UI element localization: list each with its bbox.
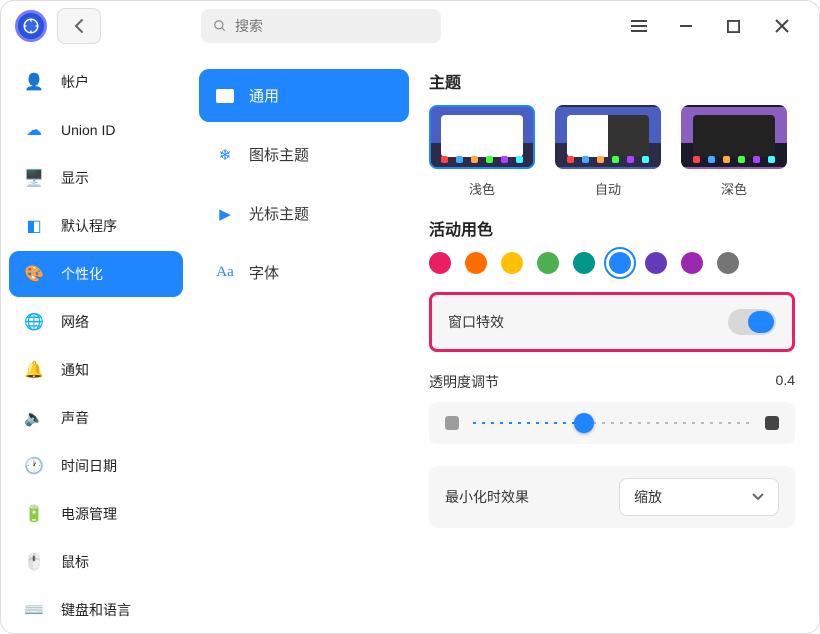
- theme-option-dark[interactable]: 深色: [681, 105, 787, 198]
- menu-button[interactable]: [631, 19, 651, 33]
- app-logo: [15, 10, 47, 42]
- globe-icon: 🌐: [21, 309, 47, 335]
- sidebar-item-network[interactable]: 🌐 网络: [9, 299, 183, 345]
- accent-section-title: 活动用色: [429, 216, 795, 240]
- sidebar-item-label: 通知: [61, 360, 89, 380]
- accent-color-swatch[interactable]: [717, 252, 739, 274]
- accent-color-swatch[interactable]: [573, 252, 595, 274]
- font-icon: Aa: [215, 263, 235, 283]
- minimize-window-button[interactable]: [679, 19, 699, 33]
- apps-icon: ◧: [21, 213, 47, 239]
- battery-icon: 🔋: [21, 501, 47, 527]
- accent-color-row: [429, 252, 795, 274]
- sidebar-item-display[interactable]: 🖥️ 显示: [9, 155, 183, 201]
- window-icon: [215, 86, 235, 106]
- chevron-down-icon: [752, 493, 764, 501]
- clock-icon: 🕐: [21, 453, 47, 479]
- sidebar-item-label: 鼠标: [61, 552, 89, 572]
- sidebar-item-sound[interactable]: 🔈 声音: [9, 395, 183, 441]
- speaker-icon: 🔈: [21, 405, 47, 431]
- sidebar-item-label: 声音: [61, 408, 89, 428]
- tab-cursor-theme[interactable]: ▶ 光标主题: [199, 187, 409, 240]
- opacity-value: 0.4: [776, 372, 795, 392]
- sidebar-item-label: Union ID: [61, 122, 115, 138]
- tab-font[interactable]: Aa 字体: [199, 246, 409, 299]
- sidebar-item-label: 网络: [61, 312, 89, 332]
- accent-color-swatch[interactable]: [645, 252, 667, 274]
- sidebar-item-datetime[interactable]: 🕐 时间日期: [9, 443, 183, 489]
- content-pane: 主题 浅色 自动 深色 活动用色 窗口特效 透明度调节 0.4: [417, 51, 819, 633]
- sidebar-item-union-id[interactable]: ☁ Union ID: [9, 107, 183, 153]
- sidebar-item-mouse[interactable]: 🖱️ 鼠标: [9, 539, 183, 585]
- bell-icon: 🔔: [21, 357, 47, 383]
- select-value: 缩放: [634, 487, 662, 507]
- sidebar-item-account[interactable]: 👤 帐户: [9, 59, 183, 105]
- opacity-slider[interactable]: [473, 420, 751, 426]
- window-effect-label: 窗口特效: [448, 312, 504, 332]
- tab-general[interactable]: 通用: [199, 69, 409, 122]
- snowflake-icon: ❄: [215, 145, 235, 165]
- accent-color-swatch[interactable]: [609, 252, 631, 274]
- accent-color-swatch[interactable]: [681, 252, 703, 274]
- theme-option-light[interactable]: 浅色: [429, 105, 535, 198]
- theme-label: 深色: [681, 179, 787, 198]
- sidebar-item-notification[interactable]: 🔔 通知: [9, 347, 183, 393]
- search-box[interactable]: [201, 9, 441, 43]
- sidebar-item-label: 时间日期: [61, 456, 117, 476]
- theme-label: 浅色: [429, 179, 535, 198]
- search-input[interactable]: [235, 18, 429, 34]
- sidebar-item-label: 键盘和语言: [61, 600, 131, 620]
- theme-section-title: 主题: [429, 69, 795, 93]
- sidebar: 👤 帐户 ☁ Union ID 🖥️ 显示 ◧ 默认程序 🎨 个性化 🌐 网络 🔔 通知 🔈 声…: [1, 51, 191, 633]
- back-button[interactable]: [57, 8, 101, 44]
- sidebar-item-label: 默认程序: [61, 216, 117, 236]
- theme-option-auto[interactable]: 自动: [555, 105, 661, 198]
- monitor-icon: 🖥️: [21, 165, 47, 191]
- tab-label: 字体: [249, 262, 279, 283]
- accent-color-swatch[interactable]: [501, 252, 523, 274]
- mouse-icon: 🖱️: [21, 549, 47, 575]
- cursor-icon: ▶: [215, 204, 235, 224]
- maximize-window-button[interactable]: [727, 20, 747, 33]
- sidebar-item-label: 帐户: [61, 72, 89, 92]
- accent-color-swatch[interactable]: [429, 252, 451, 274]
- accent-color-swatch[interactable]: [465, 252, 487, 274]
- accent-color-swatch[interactable]: [537, 252, 559, 274]
- sub-nav: 通用 ❄ 图标主题 ▶ 光标主题 Aa 字体: [191, 51, 417, 633]
- window-effect-row: 窗口特效: [429, 292, 795, 352]
- window-effect-toggle[interactable]: [728, 309, 776, 335]
- minimize-effect-label: 最小化时效果: [445, 487, 529, 507]
- tab-label: 通用: [249, 85, 279, 106]
- sidebar-item-label: 显示: [61, 168, 89, 188]
- opacity-max-icon: [765, 416, 779, 430]
- sidebar-item-label: 电源管理: [61, 504, 117, 524]
- tab-icon-theme[interactable]: ❄ 图标主题: [199, 128, 409, 181]
- user-icon: 👤: [21, 69, 47, 95]
- minimize-effect-select[interactable]: 缩放: [619, 478, 779, 516]
- opacity-min-icon: [445, 416, 459, 430]
- sidebar-item-personalization[interactable]: 🎨 个性化: [9, 251, 183, 297]
- cloud-icon: ☁: [21, 117, 47, 143]
- tab-label: 光标主题: [249, 203, 309, 224]
- sidebar-item-keyboard[interactable]: ⌨️ 键盘和语言: [9, 587, 183, 633]
- sidebar-item-label: 个性化: [61, 264, 103, 284]
- search-icon: [213, 19, 227, 33]
- sidebar-item-power[interactable]: 🔋 电源管理: [9, 491, 183, 537]
- keyboard-icon: ⌨️: [21, 597, 47, 623]
- sidebar-item-default-apps[interactable]: ◧ 默认程序: [9, 203, 183, 249]
- tab-label: 图标主题: [249, 144, 309, 165]
- close-window-button[interactable]: [775, 19, 795, 33]
- theme-label: 自动: [555, 179, 661, 198]
- opacity-label: 透明度调节: [429, 372, 499, 392]
- minimize-effect-row: 最小化时效果 缩放: [429, 466, 795, 528]
- opacity-slider-row: [429, 402, 795, 444]
- brush-icon: 🎨: [21, 261, 47, 287]
